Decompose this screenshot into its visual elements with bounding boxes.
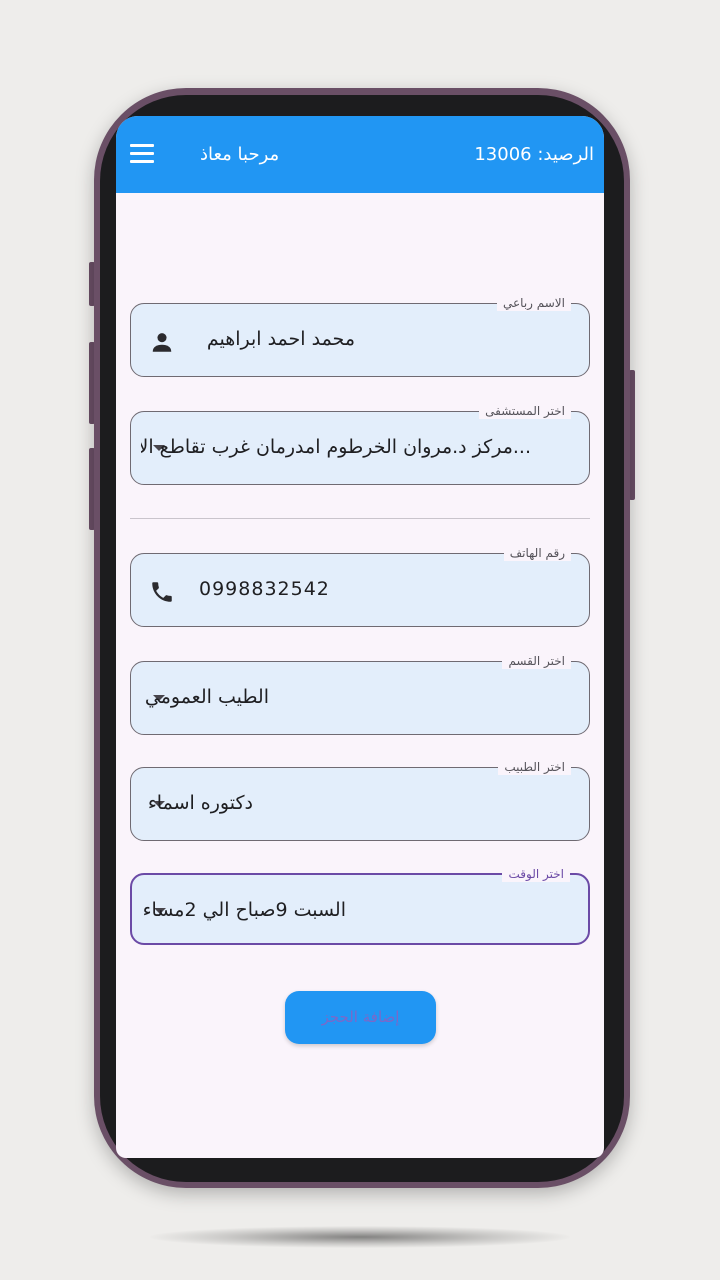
- time-dropdown[interactable]: اختر الوقت السبت 9صباح الي 2مساء: [130, 866, 590, 945]
- hospital-dropdown-label: اختر المستشفى: [479, 403, 571, 419]
- person-icon: [152, 333, 172, 352]
- department-dropdown[interactable]: اختر القسم الطيب العمومي: [130, 653, 590, 735]
- mockup-scene: مرحبا معاذ الرصيد: 13006 الاسم رباعي محم…: [0, 0, 720, 1280]
- doctor-dropdown-value: دكتوره اسماء: [147, 792, 253, 814]
- department-dropdown-label: اختر القسم: [502, 653, 571, 669]
- time-dropdown-label: اختر الوقت: [502, 866, 570, 882]
- doctor-dropdown-label: اختر الطبيب: [498, 759, 571, 775]
- greeting-text: مرحبا معاذ: [200, 144, 280, 165]
- time-dropdown-value: السبت 9صباح الي 2مساء: [142, 899, 346, 921]
- doctor-dropdown[interactable]: اختر الطبيب دكتوره اسماء: [130, 759, 590, 841]
- phone-field-label: رقم الهاتف: [503, 545, 571, 561]
- form-divider: [130, 518, 590, 519]
- department-dropdown-value: الطيب العمومي: [144, 686, 269, 708]
- add-booking-button[interactable]: إضافة الحجز: [285, 991, 436, 1044]
- app-screen: مرحبا معاذ الرصيد: 13006 الاسم رباعي محم…: [116, 116, 604, 1158]
- balance-text: الرصيد: 13006: [474, 144, 594, 165]
- name-field-label: الاسم رباعي: [497, 295, 571, 311]
- phone-field-value: 0998832542: [199, 578, 330, 600]
- name-field[interactable]: الاسم رباعي محمد احمد ابراهيم: [130, 295, 590, 377]
- app-bar: مرحبا معاذ الرصيد: 13006: [116, 116, 604, 193]
- menu-icon[interactable]: [130, 144, 156, 166]
- phone-icon: [152, 582, 172, 602]
- name-field-value: محمد احمد ابراهيم: [206, 328, 355, 350]
- phone-field[interactable]: رقم الهاتف 0998832542: [130, 545, 590, 627]
- hospital-dropdown-value: ...مركز د.مروان الخرطوم امدرمان غرب تقاط…: [141, 436, 531, 458]
- floor-shadow: [150, 1226, 570, 1248]
- hospital-dropdown[interactable]: اختر المستشفى ...مركز د.مروان الخرطوم ام…: [130, 403, 590, 485]
